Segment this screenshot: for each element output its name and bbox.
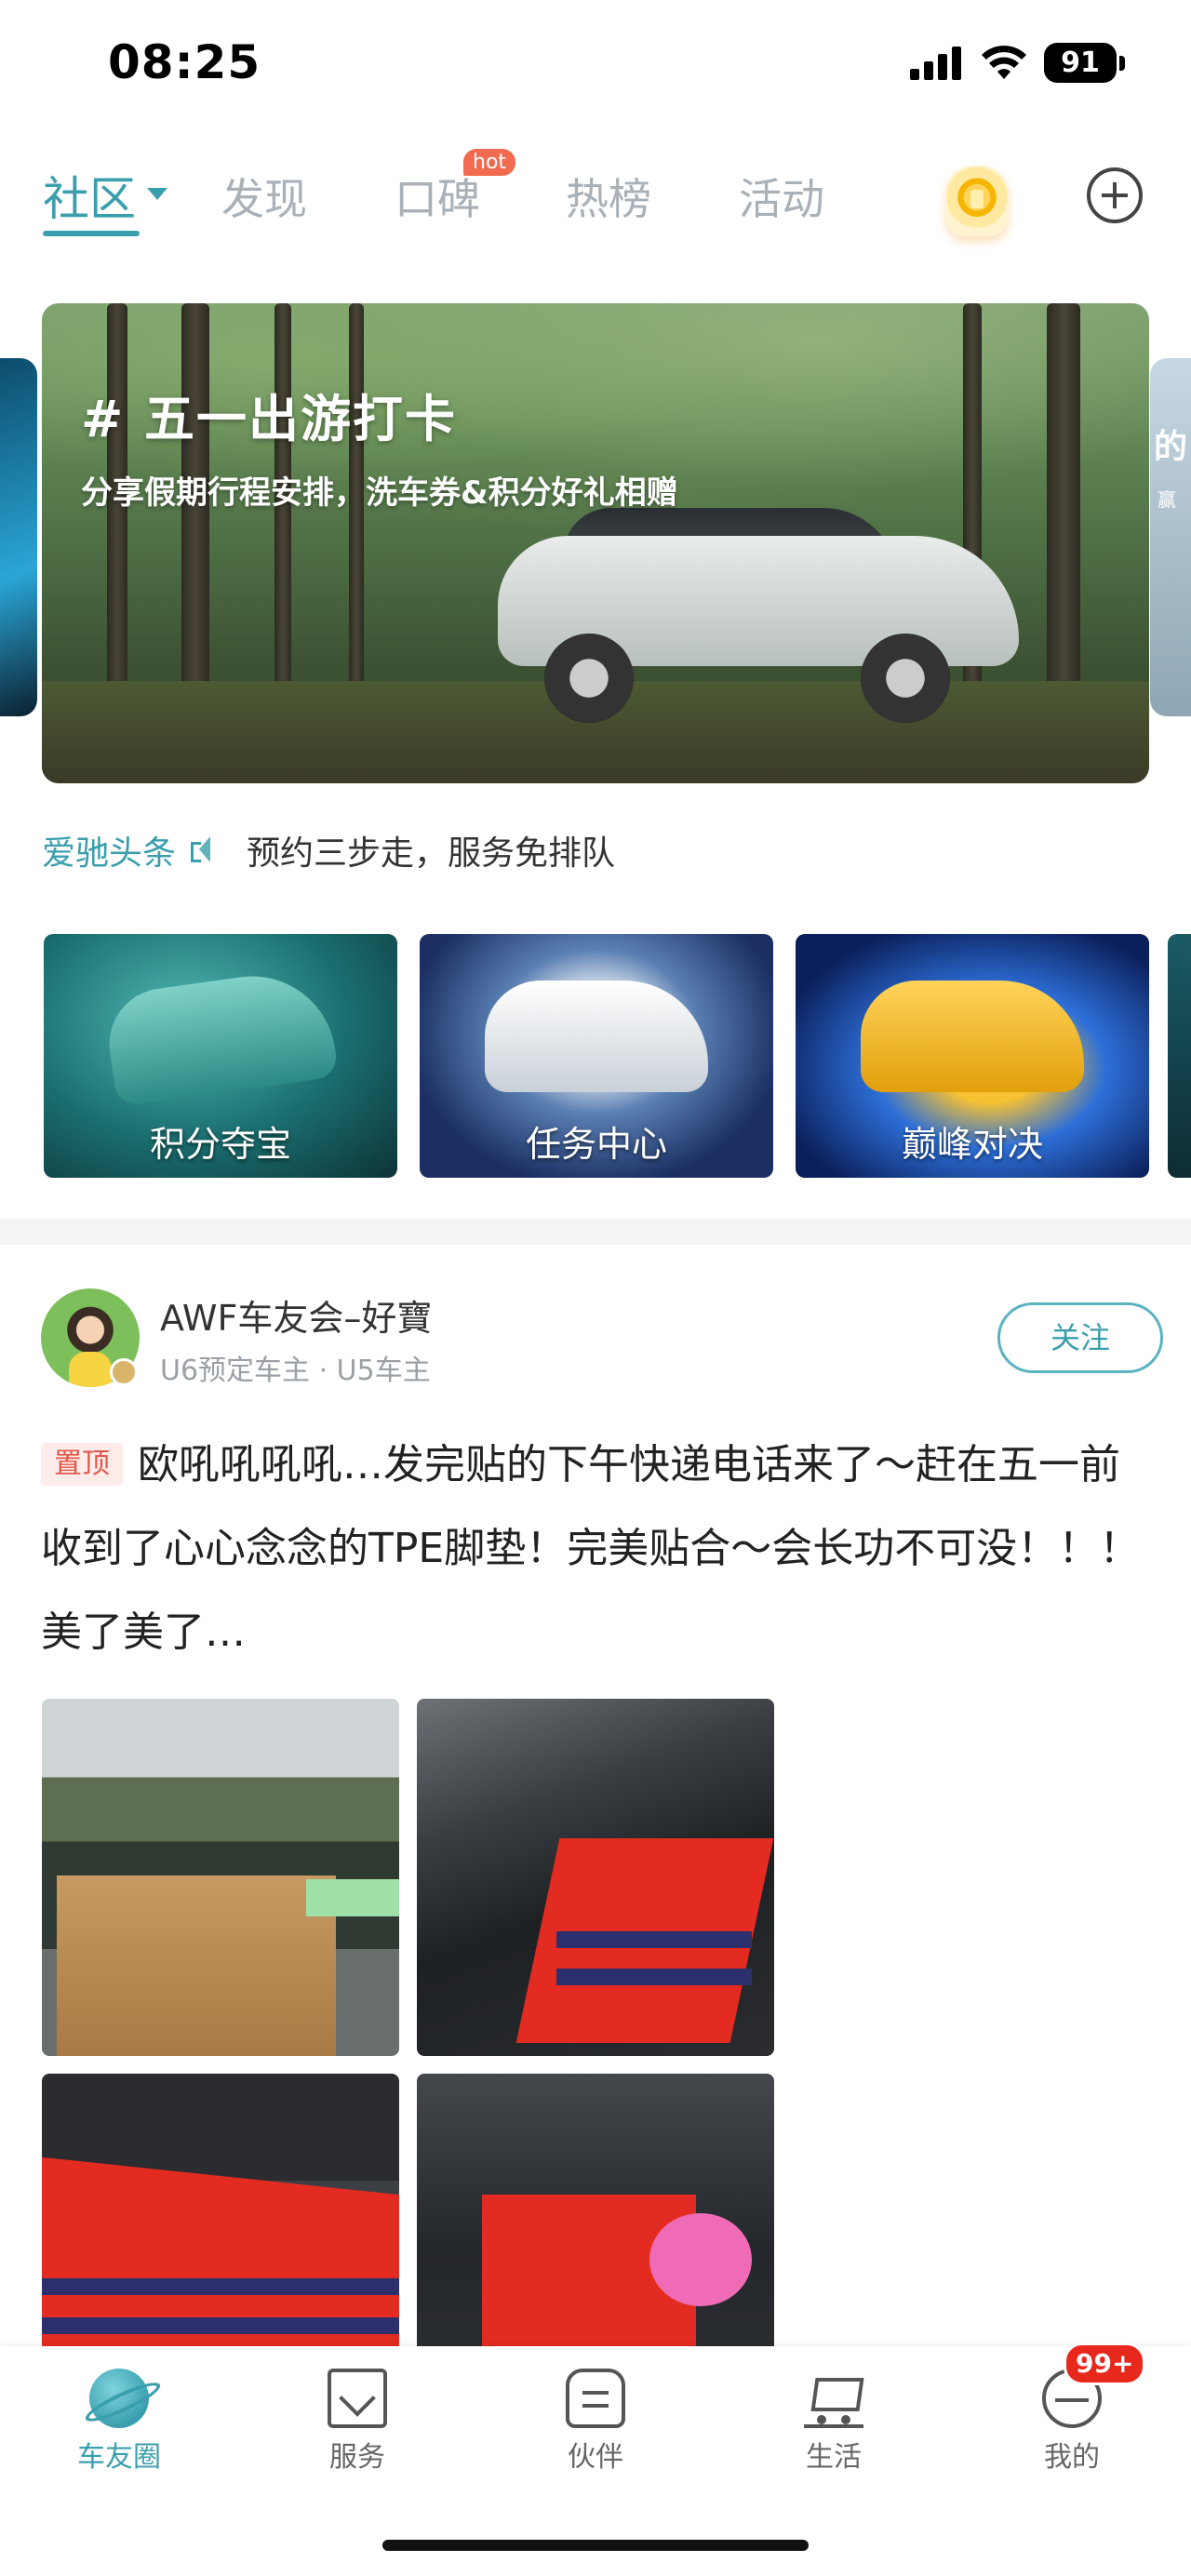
follow-button[interactable]: 关注 bbox=[997, 1302, 1163, 1373]
add-post-button[interactable] bbox=[1087, 167, 1143, 223]
speaker-icon bbox=[187, 836, 215, 864]
signal-icon bbox=[910, 46, 961, 80]
feature-card-row: 积分夺宝 任务中心 巅峰对决 bbox=[44, 934, 1191, 1178]
tab-discover[interactable]: 发现 bbox=[221, 166, 307, 227]
card-car-image bbox=[485, 981, 708, 1092]
banner-tree bbox=[274, 303, 291, 727]
banner-main[interactable]: # 五一出游打卡 分享假期行程安排，洗车券&积分好礼相赠 bbox=[42, 303, 1149, 783]
banner-subtitle: 分享假期行程安排，洗车券&积分好礼相赠 bbox=[81, 474, 678, 512]
post-photo[interactable] bbox=[42, 1699, 399, 2056]
post-photo[interactable] bbox=[417, 1699, 774, 2056]
nav-label: 生活 bbox=[806, 2441, 862, 2474]
feature-card-task-center[interactable]: 任务中心 bbox=[420, 934, 773, 1178]
nav-item-life[interactable]: 生活 bbox=[759, 2369, 908, 2475]
feature-card-next-peek[interactable] bbox=[1168, 934, 1191, 1178]
status-bar: 08:25 91 bbox=[0, 0, 1191, 130]
battery-icon: 91 bbox=[1044, 43, 1125, 83]
banner-car-wheel bbox=[861, 634, 950, 723]
banner-title: # 五一出游打卡 bbox=[81, 390, 458, 448]
photo-mat-stripe bbox=[556, 1969, 752, 1985]
coin-reward-icon[interactable] bbox=[945, 166, 1009, 236]
bookmark-icon bbox=[328, 2369, 387, 2428]
section-divider bbox=[0, 1219, 1191, 1245]
photo-mat-stripe bbox=[556, 1931, 752, 1948]
ticker-text: 预约三步走，服务免排队 bbox=[247, 834, 616, 873]
author-name[interactable]: AWF车友会–好寶 bbox=[160, 1289, 432, 1341]
photo-plate bbox=[306, 1879, 399, 1916]
wifi-icon bbox=[982, 45, 1026, 79]
notification-badge: 99+ bbox=[1064, 2342, 1146, 2385]
feature-card-points-lottery[interactable]: 积分夺宝 bbox=[44, 934, 397, 1178]
verified-badge-icon bbox=[110, 1358, 138, 1386]
feature-card-label: 积分夺宝 bbox=[149, 1124, 291, 1165]
nav-label: 服务 bbox=[329, 2441, 385, 2474]
feature-card-peak-duel[interactable]: 巅峰对决 bbox=[796, 934, 1149, 1178]
banner-next-peek[interactable]: 的 赢 bbox=[1150, 358, 1191, 716]
nav-item-partner[interactable]: 伙伴 bbox=[521, 2369, 670, 2475]
photo-mat-stripe bbox=[42, 2278, 399, 2295]
banner-tree bbox=[181, 303, 209, 727]
card-car-image bbox=[861, 981, 1084, 1092]
active-tab-underline bbox=[43, 231, 140, 236]
pinned-badge: 置顶 bbox=[41, 1443, 123, 1486]
post-text: 欧吼吼吼吼…发完贴的下午快递电话来了～赶在五一前收到了心心念念的TPE脚垫！完美… bbox=[41, 1441, 1141, 1656]
author-meta: U6预定车主 · U5车主 bbox=[160, 1355, 431, 1387]
banner-tree bbox=[107, 303, 127, 727]
hot-badge: hot bbox=[463, 149, 516, 176]
post-content[interactable]: 置顶 欧吼吼吼吼…发完贴的下午快递电话来了～赶在五一前收到了心心念念的TPE脚垫！… bbox=[41, 1423, 1154, 1675]
ticker-brand: 爱驰头条 bbox=[42, 834, 177, 873]
nav-label: 我的 bbox=[1044, 2441, 1100, 2474]
banner-car-wheel bbox=[544, 634, 634, 723]
home-indicator[interactable] bbox=[382, 2540, 809, 2551]
photo-package bbox=[57, 1875, 336, 2056]
car-icon bbox=[566, 2369, 625, 2428]
tab-events[interactable]: 活动 bbox=[739, 166, 824, 227]
nav-item-service[interactable]: 服务 bbox=[283, 2369, 432, 2475]
banner-next-peek-title: 的 bbox=[1154, 428, 1188, 466]
tab-community[interactable]: 社区 bbox=[43, 162, 136, 229]
nav-label: 伙伴 bbox=[568, 2441, 623, 2474]
status-time: 08:25 bbox=[108, 35, 261, 89]
photo-mat-stripe bbox=[42, 2317, 399, 2334]
tab-hot-list[interactable]: 热榜 bbox=[566, 166, 651, 227]
chevron-down-icon[interactable] bbox=[147, 188, 167, 200]
planet-icon bbox=[89, 2369, 149, 2428]
feature-card-label: 任务中心 bbox=[525, 1124, 667, 1165]
nav-label: 车友圈 bbox=[77, 2441, 161, 2474]
status-icons: 91 bbox=[910, 43, 1125, 83]
banner-next-peek-sub: 赢 bbox=[1158, 488, 1176, 511]
banner-prev-peek[interactable] bbox=[0, 358, 37, 716]
nav-item-car-friends[interactable]: 车友圈 bbox=[45, 2369, 194, 2475]
top-tab-bar: 社区 发现 口碑 hot 热榜 活动 bbox=[0, 149, 1191, 251]
photo-pink-toy bbox=[649, 2213, 752, 2306]
cart-icon bbox=[804, 2369, 863, 2428]
banner-tree bbox=[1047, 303, 1080, 727]
feature-card-label: 巅峰对决 bbox=[901, 1124, 1043, 1165]
banner-tree bbox=[349, 303, 364, 727]
card-car-image bbox=[101, 965, 340, 1108]
news-ticker[interactable]: 爱驰头条 预约三步走，服务免排队 bbox=[42, 824, 1149, 876]
